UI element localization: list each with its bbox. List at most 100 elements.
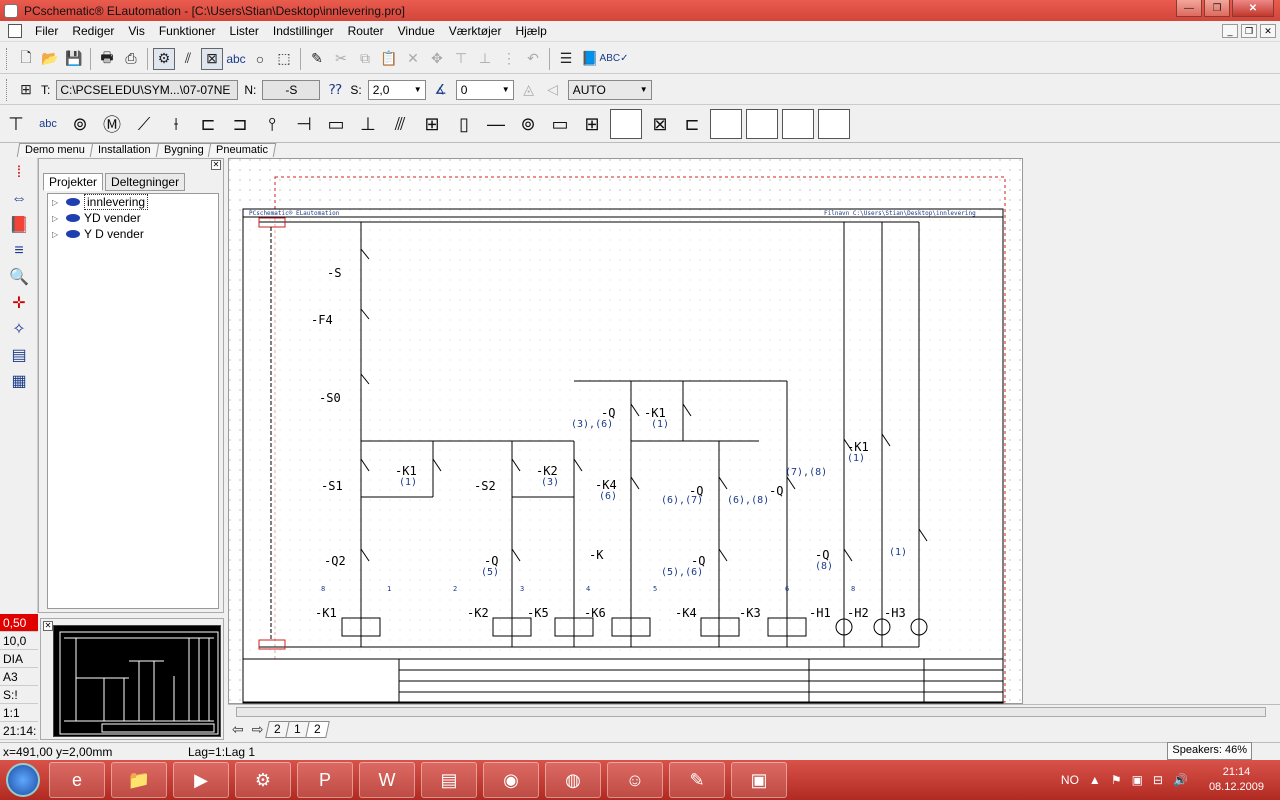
scale-dropdown[interactable]: 2,0 ▼ (367, 79, 426, 100)
menu-vis[interactable]: Vis (121, 24, 151, 38)
array-icon[interactable]: ⋮ (498, 48, 520, 70)
cut-icon[interactable]: ✂ (330, 48, 352, 70)
circle-mode-icon[interactable]: ○ (249, 48, 271, 70)
line-mode-icon[interactable]: ⫽ (177, 48, 199, 70)
menu-vaerktojer[interactable]: Værktøjer (442, 24, 509, 38)
mdi-minimize-button[interactable]: _ (1222, 24, 1238, 38)
open-folder-icon[interactable]: 📂 (39, 48, 61, 70)
symbol-mode-icon[interactable]: ⚙ (153, 47, 175, 70)
messenger-icon[interactable]: ☺ (607, 762, 663, 798)
zoom-icon[interactable]: 🔍 (7, 266, 31, 288)
tab-demo-menu[interactable]: Demo menu (16, 143, 94, 157)
image-viewer-icon[interactable]: ▣ (731, 762, 787, 798)
name-help-icon[interactable]: ⁇ (324, 79, 346, 101)
spotify-icon[interactable]: ◉ (483, 762, 539, 798)
paint-icon[interactable]: ✎ (669, 762, 725, 798)
mode-dropdown[interactable]: AUTO ▼ (567, 79, 652, 100)
close-icon[interactable]: ✕ (211, 160, 221, 170)
powerpoint-icon[interactable]: P (297, 762, 353, 798)
symbol-relay-icon[interactable]: ⊣ (289, 108, 319, 140)
word-icon[interactable]: W (359, 762, 415, 798)
symbol-timer-icon[interactable]: ⊏ (677, 108, 707, 140)
toolbar-grip[interactable] (6, 47, 10, 70)
symbol-line-icon[interactable]: — (481, 108, 511, 140)
list-arrow-icon[interactable]: ≡ (7, 240, 31, 262)
book-icon[interactable]: 📘 (579, 48, 601, 70)
close-icon[interactable]: ✕ (43, 621, 53, 631)
schematic-drawing[interactable]: PCschematic® ELautomation Filnavn C:\Use… (229, 159, 1023, 705)
scrollbar-thumb[interactable] (236, 707, 1266, 717)
symbol-lamp2-icon[interactable]: ⊚ (513, 108, 543, 140)
new-file-icon[interactable]: 🗋 (15, 48, 37, 70)
menu-hjaelp[interactable]: Hjælp (508, 24, 553, 38)
network-icon[interactable]: ⊟ (1153, 773, 1163, 787)
grid-icon[interactable]: ⁞ (7, 162, 31, 184)
speaker-icon[interactable]: 🔊 (1173, 773, 1188, 787)
paste-icon[interactable]: 📋 (378, 48, 400, 70)
symbol-terminal-icon[interactable]: ⊞ (417, 108, 447, 140)
page-list-icon[interactable]: ▦ (7, 370, 31, 392)
clock[interactable]: 21:14 08.12.2009 (1209, 765, 1264, 795)
symbol-contactor-icon[interactable]: ▭ (545, 108, 575, 140)
document-icon[interactable]: ▤ (421, 762, 477, 798)
page-tab[interactable]: 2 (305, 720, 330, 738)
document-icon[interactable] (8, 24, 22, 38)
snap-icon[interactable]: ✧ (7, 318, 31, 340)
symbol-text-icon[interactable]: abc (33, 108, 63, 140)
tab-pneumatic[interactable]: Pneumatic (208, 143, 277, 157)
expand-icon[interactable]: ▷ (52, 214, 62, 223)
symbol-fuse-icon[interactable]: ▯ (449, 108, 479, 140)
horizontal-scrollbar[interactable] (228, 704, 1280, 718)
menu-filer[interactable]: Filer (28, 24, 65, 38)
toolbar-grip[interactable] (6, 78, 10, 101)
symbol-overload-icon[interactable]: ⊞ (577, 108, 607, 140)
pencil-icon[interactable]: ✎ (306, 48, 328, 70)
minimize-button[interactable]: — (1176, 0, 1202, 17)
menu-rediger[interactable]: Rediger (65, 24, 121, 38)
text-mode-icon[interactable]: abc (225, 48, 247, 70)
symbol-motor-protector-icon[interactable]: ⊠ (645, 108, 675, 140)
flag-icon[interactable]: ⚑ (1111, 773, 1122, 787)
pcschematic-icon[interactable]: ⚙ (235, 762, 291, 798)
menu-funktioner[interactable]: Funktioner (152, 24, 223, 38)
overview-map[interactable] (53, 625, 221, 737)
align-icon[interactable]: ⊤ (450, 48, 472, 70)
close-button[interactable]: ✕ (1232, 0, 1274, 17)
select-mode-icon[interactable]: ⬚ (273, 48, 295, 70)
print-icon[interactable]: 🖶 (96, 48, 118, 70)
language-indicator[interactable]: NO (1061, 773, 1079, 787)
symbol-wire-icon[interactable]: ⊤ (1, 108, 31, 140)
print-preview-icon[interactable]: ⎙ (120, 48, 142, 70)
arrow-left-icon[interactable]: ⇦ (232, 721, 244, 738)
flip-icon[interactable]: ◁ (542, 79, 564, 101)
menu-lister[interactable]: Lister (223, 24, 266, 38)
symbol-frame-icon[interactable] (610, 109, 642, 139)
symbol-switch-icon[interactable]: ⊏ (193, 108, 223, 140)
copy-icon[interactable]: ⧉ (354, 48, 376, 70)
symbol-frame3-icon[interactable] (746, 109, 778, 139)
symbol-breaker-icon[interactable]: ⫯ (257, 108, 287, 140)
delete-icon[interactable]: ✕ (402, 48, 424, 70)
menu-vindue[interactable]: Vindue (391, 24, 442, 38)
symbol-properties-icon[interactable]: ⊞ (15, 79, 37, 101)
arrow-right-icon[interactable]: ⇨ (252, 721, 264, 738)
explorer-folder-icon[interactable]: 📁 (111, 762, 167, 798)
tree-item[interactable]: ▷ innlevering (48, 194, 218, 210)
name-field[interactable]: -S (262, 79, 321, 100)
symbol-switch2-icon[interactable]: ⊐ (225, 108, 255, 140)
bookmark-icon[interactable]: 📕 (7, 214, 31, 236)
snap-cell[interactable]: S:! (0, 686, 38, 704)
expand-icon[interactable]: ▷ (52, 230, 62, 239)
line-width-cell[interactable]: 0,50 (0, 614, 38, 632)
tab-installation[interactable]: Installation (89, 143, 159, 157)
symbol-frame2-icon[interactable] (710, 109, 742, 139)
symbol-3pole-icon[interactable]: ⫻ (385, 108, 415, 140)
tab-bygning[interactable]: Bygning (155, 143, 212, 157)
symbol-sensor-icon[interactable]: ⊥ (353, 108, 383, 140)
cross-cursor-icon[interactable]: ✛ (7, 292, 31, 314)
tree-item[interactable]: ▷ YD vender (48, 210, 218, 226)
mdi-restore-button[interactable]: ❐ (1241, 24, 1257, 38)
start-button[interactable] (0, 760, 46, 800)
list-icon[interactable]: ☰ (555, 48, 577, 70)
restore-button[interactable]: ❐ (1204, 0, 1230, 17)
